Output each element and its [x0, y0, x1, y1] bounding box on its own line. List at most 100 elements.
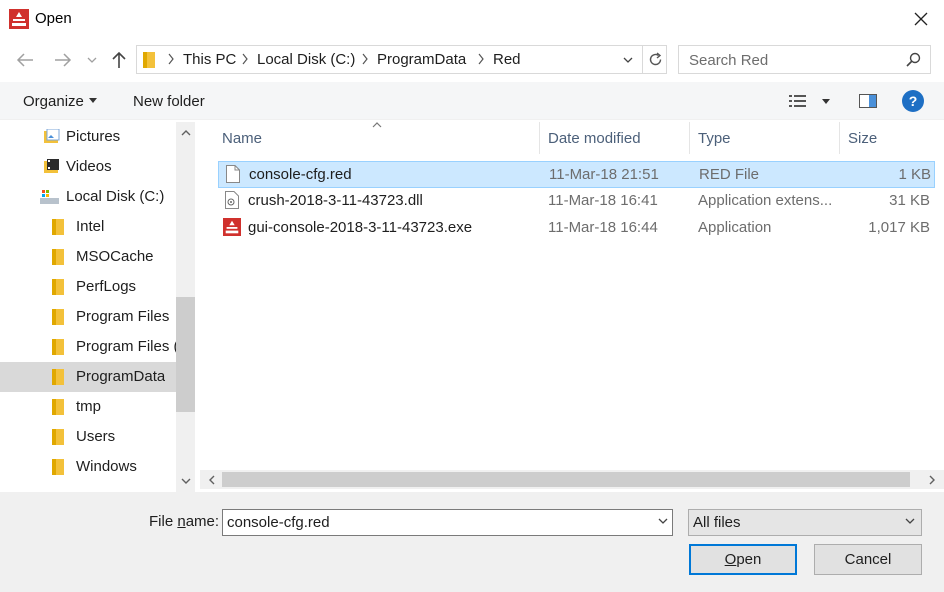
up-button[interactable]: [108, 49, 130, 71]
open-label: pen: [736, 551, 762, 568]
forward-button[interactable]: [52, 49, 74, 71]
nav-item-program-files[interactable]: Program Files: [0, 302, 176, 332]
close-icon: [914, 12, 928, 26]
change-view-button[interactable]: [788, 90, 834, 112]
breadcrumb-programdata[interactable]: ProgramData: [377, 51, 466, 68]
chevron-left-icon: [208, 475, 214, 484]
scroll-right-button[interactable]: [922, 470, 941, 489]
column-header-date[interactable]: Date modified: [540, 122, 690, 154]
open-button[interactable]: Open: [689, 544, 797, 575]
nav-item-local-disk[interactable]: Local Disk (C:): [0, 182, 176, 212]
nav-item-intel[interactable]: Intel: [0, 212, 176, 242]
cancel-button[interactable]: Cancel: [814, 544, 922, 575]
nav-item-program-files-x86[interactable]: Program Files (: [0, 332, 176, 362]
scroll-thumb[interactable]: [176, 297, 195, 412]
details-view-icon: [789, 95, 806, 107]
nav-item-videos[interactable]: Videos: [0, 152, 176, 182]
file-row[interactable]: gui-console-2018-3-11-43723.exe 11-Mar-1…: [218, 215, 935, 242]
file-row[interactable]: crush-2018-3-11-43723.dll 11-Mar-18 16:4…: [218, 188, 935, 215]
file-name-label-accel: n: [177, 513, 186, 530]
file-name-value: console-cfg.red: [227, 514, 330, 531]
nav-item-label: tmp: [76, 398, 102, 415]
folder-icon: [52, 459, 64, 475]
folder-icon: [143, 52, 155, 68]
column-header-size[interactable]: Size: [840, 122, 936, 154]
bottom-panel: [0, 492, 944, 592]
videos-icon: [44, 159, 59, 173]
file-name-label-part: File: [149, 513, 178, 530]
window-title: Open: [35, 10, 72, 27]
file-list-scrollbar[interactable]: [200, 470, 944, 489]
nav-item-label: Intel: [76, 218, 105, 235]
chevron-right-icon: [242, 53, 248, 65]
nav-item-pictures[interactable]: Pictures: [0, 122, 176, 152]
file-type: Application extens...: [698, 192, 833, 209]
file-name: crush-2018-3-11-43723.dll: [248, 192, 423, 209]
nav-item-programdata[interactable]: ProgramData: [0, 362, 176, 392]
nav-item-label: PerfLogs: [76, 278, 137, 295]
close-button[interactable]: [898, 0, 944, 38]
back-button[interactable]: [14, 49, 36, 71]
file-type-filter[interactable]: All files: [688, 509, 922, 536]
column-header-type[interactable]: Type: [690, 122, 840, 154]
file-row[interactable]: console-cfg.red 11-Mar-18 21:51 RED File…: [218, 161, 935, 188]
nav-item-label: Users: [76, 428, 116, 445]
folder-icon: [52, 339, 64, 355]
arrow-right-icon: [55, 53, 72, 67]
help-button[interactable]: ?: [902, 90, 924, 112]
nav-item-label: Local Disk (C:): [66, 188, 165, 205]
nav-item-perflogs[interactable]: PerfLogs: [0, 272, 176, 302]
column-header-label: Name: [222, 130, 263, 147]
column-header-name[interactable]: Name: [214, 122, 540, 154]
scroll-down-button[interactable]: [176, 472, 195, 489]
scroll-left-button[interactable]: [202, 470, 221, 489]
folder-icon: [52, 279, 64, 295]
file-size: 1,017 KB: [868, 219, 930, 236]
address-history-button[interactable]: [616, 45, 640, 74]
nav-item-label: Program Files (: [76, 338, 176, 355]
chevron-down-icon[interactable]: [658, 518, 668, 524]
chevron-right-icon: [362, 53, 368, 65]
scroll-thumb[interactable]: [222, 472, 910, 487]
breadcrumb-local-disk[interactable]: Local Disk (C:): [257, 51, 355, 68]
file-date: 11-Mar-18 16:41: [548, 192, 658, 209]
nav-pane-scrollbar[interactable]: [176, 122, 195, 492]
preview-pane-button[interactable]: [855, 90, 881, 112]
recent-locations-button[interactable]: [84, 49, 100, 71]
nav-item-windows[interactable]: Windows: [0, 452, 176, 482]
search-input[interactable]: Search Red: [678, 45, 931, 74]
navigation-pane: Pictures Videos Local Disk (C:) Intel MS…: [0, 122, 196, 492]
red-app-icon: [223, 218, 241, 236]
breadcrumb-red[interactable]: Red: [493, 51, 521, 68]
nav-item-users[interactable]: Users: [0, 422, 176, 452]
file-name-label-part: ame:: [185, 513, 220, 530]
chevron-down-icon: [87, 57, 97, 63]
folder-icon: [52, 369, 64, 385]
title-bar: Open: [0, 0, 944, 38]
organize-label: Organize: [23, 93, 84, 110]
chevron-right-icon: [929, 475, 935, 484]
folder-icon: [52, 309, 64, 325]
caret-down-icon: [822, 98, 830, 104]
breadcrumb-this-pc[interactable]: This PC: [183, 51, 236, 68]
preview-pane-icon: [859, 94, 877, 108]
search-placeholder: Search Red: [689, 52, 769, 69]
open-accel: O: [724, 551, 737, 568]
nav-item-tmp[interactable]: tmp: [0, 392, 176, 422]
scroll-up-button[interactable]: [176, 124, 195, 141]
file-type: Application: [698, 219, 772, 236]
file-name-input[interactable]: console-cfg.red: [222, 509, 673, 536]
new-folder-button[interactable]: New folder: [133, 93, 205, 110]
chevron-right-icon: [168, 53, 174, 65]
column-header-label: Type: [698, 130, 731, 147]
refresh-button[interactable]: [642, 45, 667, 74]
file-date: 11-Mar-18 21:51: [549, 166, 659, 183]
arrow-left-icon: [16, 53, 33, 67]
file-name: console-cfg.red: [249, 166, 352, 183]
nav-item-label: MSOCache: [76, 248, 154, 265]
nav-item-msocache[interactable]: MSOCache: [0, 242, 176, 272]
search-icon: [906, 52, 921, 67]
address-bar[interactable]: This PC Local Disk (C:) ProgramData Red: [136, 45, 667, 74]
organize-button[interactable]: Organize: [23, 93, 97, 110]
file-size: 1 KB: [898, 166, 931, 183]
